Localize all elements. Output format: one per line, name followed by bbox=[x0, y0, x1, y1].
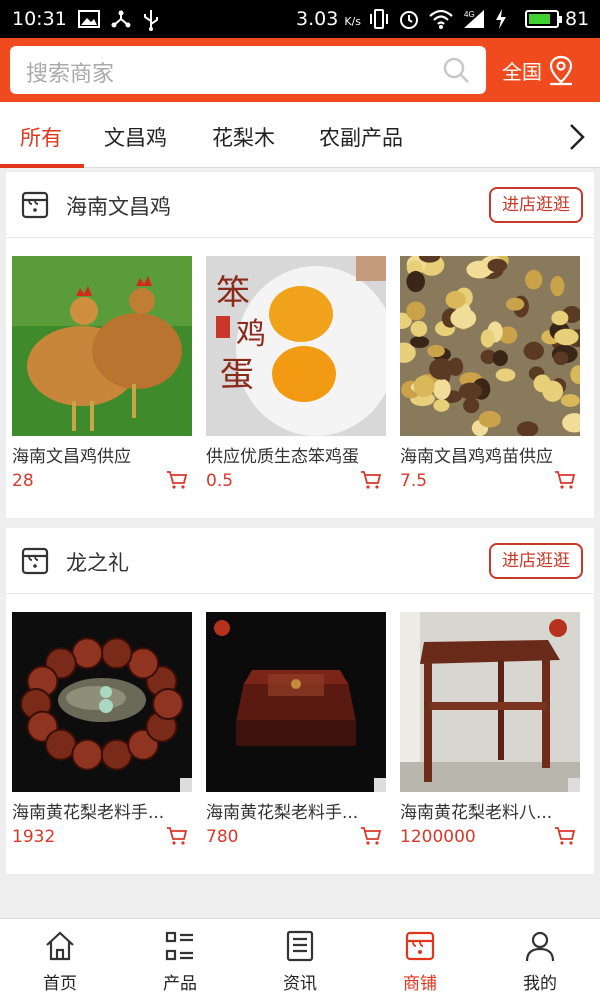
shop-header: 海南文昌鸡 进店逛逛 bbox=[6, 172, 594, 238]
shop-name[interactable]: 龙之礼 bbox=[66, 547, 129, 577]
cart-icon[interactable] bbox=[166, 826, 188, 846]
product-price: 7.5 bbox=[400, 471, 428, 491]
cart-icon[interactable] bbox=[360, 826, 382, 846]
visit-store-button[interactable]: 进店逛逛 bbox=[489, 187, 583, 223]
nav-products[interactable]: 产品 bbox=[120, 929, 240, 994]
product-name: 海南文昌鸡供应 bbox=[12, 447, 131, 467]
news-icon bbox=[286, 930, 314, 962]
nav-label: 产品 bbox=[163, 974, 197, 994]
product-image-chickens[interactable] bbox=[12, 256, 192, 436]
nav-label: 商铺 bbox=[403, 974, 437, 994]
active-tab-indicator bbox=[0, 164, 84, 168]
product-image-wooden-table[interactable] bbox=[400, 612, 580, 792]
signal-4g-icon: 4G bbox=[464, 10, 484, 28]
search-input[interactable]: 搜索商家 bbox=[10, 46, 486, 94]
shop-name[interactable]: 海南文昌鸡 bbox=[66, 191, 171, 221]
svg-text:鸡: 鸡 bbox=[236, 317, 266, 352]
usb-icon bbox=[144, 10, 158, 31]
nav-news[interactable]: 资讯 bbox=[240, 929, 360, 994]
product-name: 供应优质生态笨鸡蛋 bbox=[206, 447, 359, 467]
product-name: 海南黄花梨老料八... bbox=[400, 803, 553, 823]
battery-icon bbox=[525, 10, 562, 28]
tab-all[interactable]: 所有 bbox=[20, 122, 62, 152]
vibrate-icon bbox=[370, 9, 388, 29]
user-icon bbox=[525, 931, 555, 962]
search-placeholder: 搜索商家 bbox=[26, 62, 115, 87]
cart-icon[interactable] bbox=[554, 826, 576, 846]
product-price: 1932 bbox=[12, 827, 56, 847]
product-image-bracelet[interactable] bbox=[12, 612, 192, 792]
list-icon bbox=[165, 931, 193, 961]
image-icon bbox=[78, 10, 100, 28]
product-item[interactable]: 笨 鸡 蛋 供应优质生态笨鸡蛋 0.5 bbox=[206, 256, 386, 491]
nav-label: 资讯 bbox=[283, 974, 317, 994]
tab-farm-products[interactable]: 农副产品 bbox=[319, 122, 403, 152]
store-icon bbox=[405, 931, 435, 961]
wifi-icon bbox=[429, 9, 453, 29]
product-item[interactable]: 海南黄花梨老料八... 1200000 bbox=[400, 612, 580, 847]
app-header: 搜索商家 全国 bbox=[0, 38, 600, 102]
status-bar: 10:31 3.03 K/s 4G 81 bbox=[0, 0, 600, 38]
home-icon bbox=[46, 931, 74, 961]
product-price: 780 bbox=[206, 827, 239, 847]
product-image-chicks[interactable] bbox=[400, 256, 580, 436]
svg-text:4G: 4G bbox=[464, 10, 475, 19]
svg-text:蛋: 蛋 bbox=[220, 355, 254, 395]
product-item[interactable]: 海南黄花梨老料手... 780 bbox=[206, 612, 386, 847]
tab-rosewood[interactable]: 花梨木 bbox=[212, 122, 275, 152]
shop-card: 海南文昌鸡 进店逛逛 海南文昌鸡供应 28 笨 鸡 蛋 供应优质生态笨鸡蛋 0.… bbox=[6, 172, 594, 518]
status-icons-left bbox=[78, 9, 160, 31]
region-label: 全国 bbox=[502, 59, 542, 84]
region-selector[interactable]: 全国 bbox=[502, 54, 576, 86]
charging-icon bbox=[496, 9, 506, 29]
egg-image-text: 笨 bbox=[216, 273, 250, 313]
store-icon bbox=[21, 191, 49, 219]
cart-icon[interactable] bbox=[554, 470, 576, 490]
battery-percent: 81 bbox=[565, 8, 590, 30]
cart-icon[interactable] bbox=[166, 470, 188, 490]
product-item[interactable]: 海南文昌鸡鸡苗供应 7.5 bbox=[400, 256, 580, 491]
shop-card: 龙之礼 进店逛逛 海南黄花梨老料手... 1932 海南黄花梨老料手... 78… bbox=[6, 528, 594, 874]
location-pin-icon bbox=[549, 55, 573, 86]
status-icons-right: 4G bbox=[368, 8, 508, 30]
alarm-icon bbox=[400, 11, 418, 29]
product-item[interactable]: 海南黄花梨老料手... 1932 bbox=[12, 612, 192, 847]
cart-icon[interactable] bbox=[360, 470, 382, 490]
product-list: 海南黄花梨老料手... 1932 海南黄花梨老料手... 780 海南黄花梨老料… bbox=[6, 594, 594, 874]
status-time: 10:31 bbox=[12, 8, 67, 30]
product-price: 28 bbox=[12, 471, 34, 491]
category-tabs: 所有 文昌鸡 花梨木 农副产品 bbox=[0, 102, 600, 168]
nav-profile[interactable]: 我的 bbox=[480, 929, 600, 994]
product-price: 0.5 bbox=[206, 471, 234, 491]
tab-wenchang-chicken[interactable]: 文昌鸡 bbox=[104, 122, 167, 152]
shop-header: 龙之礼 进店逛逛 bbox=[6, 528, 594, 594]
store-icon bbox=[21, 547, 49, 575]
product-image-eggs[interactable]: 笨 鸡 蛋 bbox=[206, 256, 386, 436]
visit-store-button[interactable]: 进店逛逛 bbox=[489, 543, 583, 579]
nav-label: 我的 bbox=[523, 974, 557, 994]
search-icon[interactable] bbox=[442, 56, 470, 84]
product-name: 海南黄花梨老料手... bbox=[12, 803, 165, 823]
chevron-right-icon[interactable] bbox=[566, 122, 588, 152]
nav-stores[interactable]: 商铺 bbox=[360, 929, 480, 994]
product-image-wooden-box[interactable] bbox=[206, 612, 386, 792]
product-list: 海南文昌鸡供应 28 笨 鸡 蛋 供应优质生态笨鸡蛋 0.5 海南文昌鸡鸡苗供应… bbox=[6, 238, 594, 518]
product-name: 海南黄花梨老料手... bbox=[206, 803, 359, 823]
product-item[interactable]: 海南文昌鸡供应 28 bbox=[12, 256, 192, 491]
network-speed: 3.03 K/s bbox=[296, 8, 362, 30]
product-price: 1200000 bbox=[400, 827, 476, 847]
bottom-nav: 首页 产品 资讯 商铺 我的 bbox=[0, 918, 600, 1000]
product-name: 海南文昌鸡鸡苗供应 bbox=[400, 447, 553, 467]
usb-share-icon bbox=[111, 10, 131, 28]
nav-label: 首页 bbox=[43, 974, 77, 994]
nav-home[interactable]: 首页 bbox=[0, 929, 120, 994]
